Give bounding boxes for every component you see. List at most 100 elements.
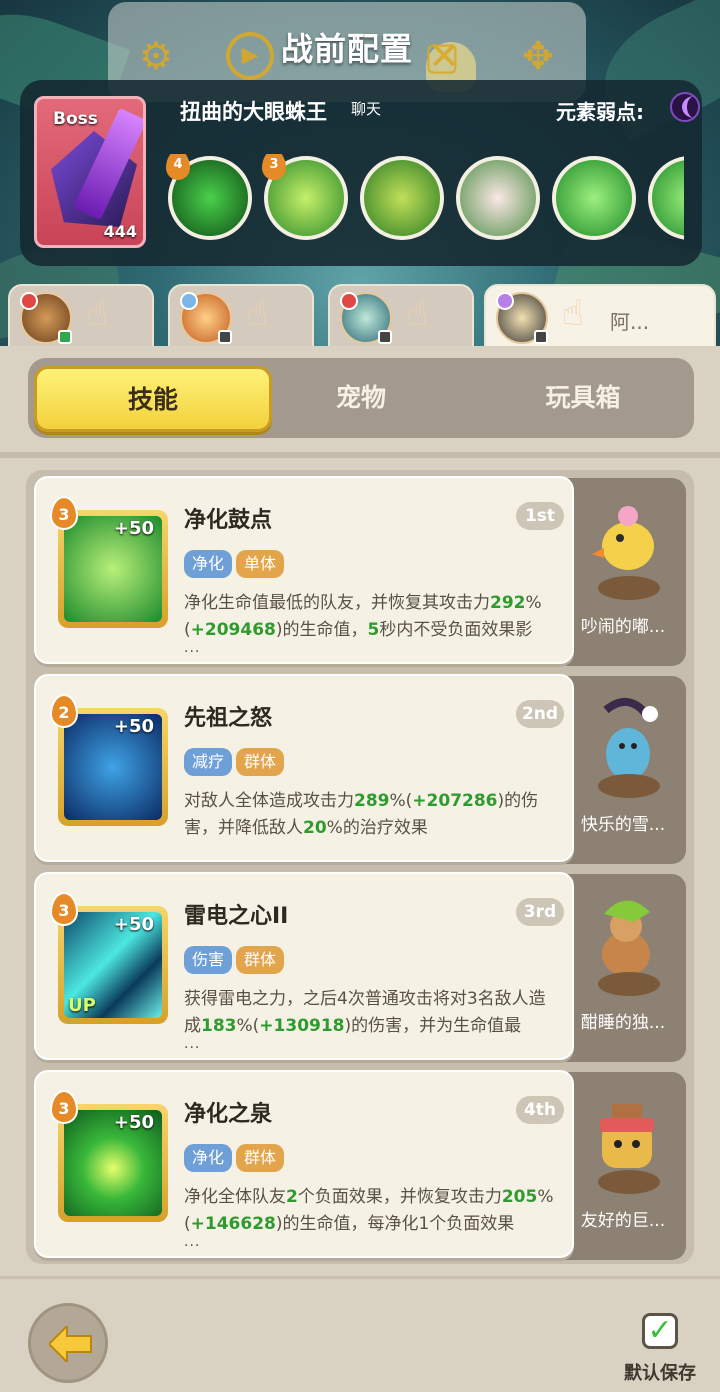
element-icon <box>20 292 38 310</box>
desc-value: 292 <box>490 593 526 613</box>
status-icon <box>378 330 392 344</box>
tap-hand-icon: ☝ <box>246 293 268 334</box>
desc-value: 289 <box>354 791 390 811</box>
pet-slot[interactable]: 友好的巨... <box>560 1072 686 1260</box>
more-indicator: ... <box>184 1234 201 1250</box>
skill-name: 净化鼓点 <box>184 508 273 533</box>
skill-icon-frame: +50 <box>58 708 168 826</box>
pet-name: 吵闹的嘟... <box>580 617 666 637</box>
desc-value: 205 <box>501 1187 538 1207</box>
pet-pedestal <box>598 576 660 600</box>
more-indicator: ... <box>184 640 201 656</box>
pet-pedestal <box>598 1170 660 1194</box>
desc-text: 个负面效果，并恢复攻击力 <box>297 1187 502 1207</box>
skill-name: 净化之泉 <box>184 1102 273 1127</box>
element-icon <box>496 292 514 310</box>
pet-name: 酣睡的独... <box>580 1013 666 1033</box>
tab-toybox[interactable]: 玩具箱 <box>472 358 694 438</box>
desc-text: %( <box>389 791 413 811</box>
default-save-label: 默认保存 <box>624 1363 696 1384</box>
pet-slot[interactable]: 酣睡的独... <box>560 874 686 1062</box>
skill-card[interactable]: +50 3 净化鼓点 1st 净化 单体 净化生命值最低的队友，并恢复其攻击力29… <box>34 476 574 664</box>
boss-skill-pig-icon[interactable] <box>456 156 540 240</box>
pet-name: 友好的巨... <box>580 1211 666 1231</box>
boss-skill-slime-icon[interactable] <box>648 156 684 240</box>
skill-tag: 单体 <box>236 550 285 578</box>
status-icon <box>58 330 72 344</box>
boss-tag: Boss <box>53 109 98 129</box>
hero-tab-2[interactable]: ☝ <box>168 284 314 350</box>
skill-level-badge: 3 <box>50 1090 78 1124</box>
desc-text: %的治疗效果 <box>326 818 428 838</box>
chat-link[interactable]: 聊天 <box>351 98 381 119</box>
skill-card[interactable]: +50 UP 3 雷电之心II 3rd 伤害 群体 获得雷电之力，之后4次普通攻击… <box>34 872 574 1060</box>
tap-hand-icon: ☝ <box>406 293 428 334</box>
boss-skill-claw-icon[interactable]: 4 <box>166 154 252 240</box>
skill-rank: 3rd <box>516 898 564 926</box>
skill-level-badge: 2 <box>50 694 78 728</box>
desc-text: )的伤害，并为生命值最 <box>344 1016 522 1036</box>
hero-name: 阿... <box>610 310 650 334</box>
status-icon <box>218 330 232 344</box>
element-weakness-label: 元素弱点: <box>556 100 644 124</box>
desc-text: )的生命值， <box>275 620 368 640</box>
desc-value: +207286 <box>412 791 498 811</box>
skill-description: 对敌人全体造成攻击力289%(+207286)的伤害，并降低敌人20%的治疗效果 <box>184 788 560 842</box>
pet-slot[interactable]: 吵闹的嘟... <box>560 478 686 666</box>
skill-rank: 1st <box>516 502 564 530</box>
divider <box>0 452 720 458</box>
purify-spring-icon: +50 <box>64 1110 162 1216</box>
skill-card[interactable]: +50 3 净化之泉 4th 净化 群体 净化全体队友2个负面效果，并恢复攻击力2… <box>34 1070 574 1258</box>
default-save-checkbox[interactable]: ✓ <box>642 1313 678 1349</box>
tab-skills[interactable]: 技能 <box>34 366 272 432</box>
element-icon <box>340 292 358 310</box>
desc-text: 净化生命值最低的队友，并恢复其攻击力 <box>184 593 490 613</box>
hero-avatar <box>20 292 72 344</box>
skill-card[interactable]: +50 2 先祖之怒 2nd 减疗 群体 对敌人全体造成攻击力289%(+2072… <box>34 674 574 862</box>
hero-tab-4[interactable]: ☝ 阿... <box>484 284 716 350</box>
ancestor-rage-icon: +50 <box>64 714 162 820</box>
skill-description: 净化全体队友2个负面效果，并恢复攻击力205%(+146628)的生命值，每净化… <box>184 1184 560 1238</box>
tap-hand-icon: ☝ <box>86 293 108 334</box>
hero-tab-1[interactable]: ☝ <box>8 284 154 350</box>
skill-rank: 2nd <box>516 700 564 728</box>
tab-pets[interactable]: 宠物 <box>250 358 472 438</box>
skill-tags: 伤害 群体 <box>184 946 288 974</box>
desc-value: +146628 <box>190 1214 276 1234</box>
desc-value: +130918 <box>259 1016 345 1036</box>
back-button[interactable] <box>28 1303 108 1383</box>
boss-skill-mask-icon[interactable] <box>360 156 444 240</box>
skill-description: 获得雷电之力，之后4次普通攻击将对3名敌人造成183%(+130918)的伤害，… <box>184 986 560 1040</box>
boss-card[interactable]: Boss 444 <box>34 96 146 248</box>
skill-tags: 净化 群体 <box>184 1144 288 1172</box>
back-arrow-icon <box>49 1326 92 1362</box>
skill-level-badge: 4 <box>166 154 190 180</box>
skill-icon-frame: +50 <box>58 1104 168 1222</box>
boss-skill-list: 4 3 <box>166 154 684 250</box>
skill-tag: 群体 <box>236 748 285 776</box>
skill-icon-frame: +50 UP <box>58 906 168 1024</box>
skill-tag: 群体 <box>236 946 285 974</box>
upgrade-indicator: UP <box>68 995 96 1016</box>
desc-value: 20 <box>303 818 327 838</box>
boss-skill-slime-icon[interactable] <box>552 156 636 240</box>
hero-avatar <box>340 292 392 344</box>
pet-pedestal <box>598 774 660 798</box>
skill-level-badge: 3 <box>50 496 78 530</box>
boss-panel: Boss 444 扭曲的大眼蛛王 聊天 元素弱点: 4 3 <box>20 80 702 266</box>
skill-icon-frame: +50 <box>58 510 168 628</box>
boss-skill-web-icon[interactable]: 3 <box>262 154 348 240</box>
skill-tags: 减疗 群体 <box>184 748 288 776</box>
skill-tag: 净化 <box>184 550 233 578</box>
hero-tab-3[interactable]: ☝ <box>328 284 474 350</box>
boss-name: 扭曲的大眼蛛王 <box>180 100 327 124</box>
thunder-heart-icon: +50 UP <box>64 912 162 1018</box>
desc-text: 净化全体队友 <box>184 1187 286 1207</box>
pet-name: 快乐的雪... <box>580 815 666 835</box>
skill-bonus: +50 <box>113 518 154 539</box>
hero-avatar <box>180 292 232 344</box>
pet-slot[interactable]: 快乐的雪... <box>560 676 686 864</box>
tap-hand-icon: ☝ <box>562 293 584 334</box>
more-indicator: ... <box>184 1036 201 1052</box>
page-title: 战前配置 <box>280 30 413 68</box>
